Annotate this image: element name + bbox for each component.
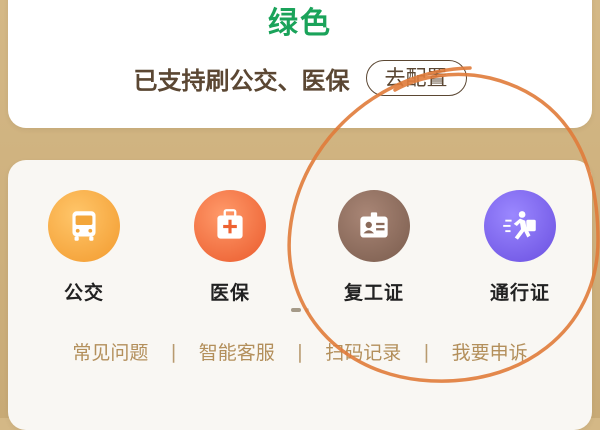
appeal-link[interactable]: 我要申诉 bbox=[452, 338, 528, 365]
faq-link[interactable]: 常见问题 bbox=[72, 338, 148, 365]
smart-support-link[interactable]: 智能客服 bbox=[199, 338, 275, 365]
bottom-links: 常见问题 | 智能客服 | 扫码记录 | 我要申诉 bbox=[8, 338, 592, 365]
service-work-permit-label: 复工证 bbox=[343, 282, 404, 304]
page-indicator bbox=[291, 308, 309, 312]
services-card: 公交 医保 复工证 通行证 常见问题 | 智能客服 | 扫码记录 | 我要申诉 bbox=[8, 160, 592, 430]
scan-records-link[interactable]: 扫码记录 bbox=[325, 338, 401, 365]
health-code-status: 绿色 bbox=[268, 6, 332, 41]
service-pass-label: 通行证 bbox=[489, 282, 550, 304]
link-divider: | bbox=[296, 340, 304, 363]
runner-pass-icon bbox=[484, 190, 556, 262]
config-button[interactable]: 去配置 bbox=[365, 60, 467, 96]
page-dot bbox=[305, 308, 309, 312]
id-card-icon bbox=[338, 190, 410, 262]
service-work-permit[interactable]: 复工证 bbox=[314, 190, 434, 305]
service-pass[interactable]: 通行证 bbox=[460, 190, 580, 305]
services-grid: 公交 医保 复工证 通行证 bbox=[8, 190, 592, 310]
service-medical[interactable]: 医保 bbox=[170, 190, 290, 305]
page-dot-active bbox=[291, 308, 301, 312]
support-row: 已支持刷公交、医保 去配置 bbox=[8, 60, 592, 96]
service-bus-label: 公交 bbox=[63, 282, 104, 304]
link-divider: | bbox=[423, 340, 430, 363]
support-text: 已支持刷公交、医保 bbox=[133, 66, 350, 95]
service-bus[interactable]: 公交 bbox=[24, 190, 144, 305]
service-medical-label: 医保 bbox=[209, 282, 250, 304]
medical-kit-icon bbox=[194, 190, 266, 262]
link-divider: | bbox=[170, 340, 177, 363]
health-code-card: 绿色 已支持刷公交、医保 去配置 bbox=[8, 0, 592, 128]
bus-icon bbox=[48, 190, 120, 262]
